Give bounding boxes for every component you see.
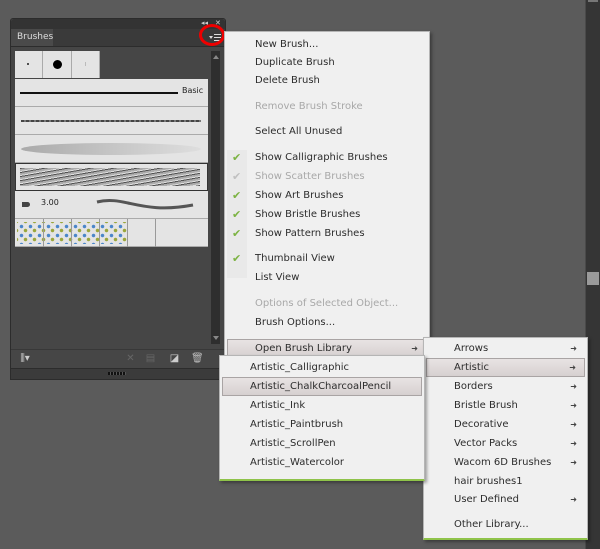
panel-scrollbar[interactable]: [211, 51, 220, 344]
bristle-brush-icon: [22, 202, 30, 207]
scrollbar-thumb[interactable]: [587, 272, 599, 285]
brush-swatch[interactable]: [43, 51, 72, 78]
menu-item-new-brush[interactable]: New Brush...: [227, 35, 427, 54]
check-icon: ✔: [232, 189, 242, 202]
menu-item-select-all-unused[interactable]: Select All Unused: [227, 122, 427, 141]
panel-resize-grip[interactable]: [11, 368, 225, 379]
submenu-arrow-icon: ➜: [570, 458, 577, 467]
brush-row-watercolor[interactable]: [15, 135, 208, 163]
library-item-artistic[interactable]: Artistic ➜: [426, 358, 585, 377]
menu-item-options-selected-object: Options of Selected Object...: [255, 298, 399, 309]
brush-row-pattern[interactable]: [15, 219, 208, 247]
artistic-item-ink[interactable]: Artistic_Ink: [222, 396, 422, 415]
scroll-down-icon[interactable]: [213, 336, 219, 340]
brush-row-chalk-selected[interactable]: [15, 163, 208, 191]
library-item-vector-packs[interactable]: Vector Packs ➜: [426, 434, 585, 453]
brush-swatch[interactable]: [72, 51, 100, 78]
library-item-wacom-6d[interactable]: Wacom 6D Brushes ➜: [426, 453, 585, 472]
menu-item-list-view[interactable]: List View: [227, 268, 427, 287]
menu-item-brush-options[interactable]: Brush Options...: [227, 313, 427, 332]
brush-row-basic[interactable]: Basic: [15, 79, 208, 107]
menu-item-show-scatter: ✔ Show Scatter Brushes: [227, 167, 427, 186]
library-item-user-defined[interactable]: User Defined ➜: [426, 490, 585, 509]
check-icon: ✔: [232, 227, 242, 240]
brush-size-label: 3.00: [41, 198, 59, 207]
submenu-arrow-icon: ➜: [570, 382, 577, 391]
library-item-borders[interactable]: Borders ➜: [426, 377, 585, 396]
check-icon: ✔: [232, 151, 242, 164]
library-item-bristle-brush[interactable]: Bristle Brush ➜: [426, 396, 585, 415]
artistic-item-paintbrush[interactable]: Artistic_Paintbrush: [222, 415, 422, 434]
brush-swatch[interactable]: [15, 51, 43, 78]
brush-name-label: Basic: [182, 86, 204, 95]
library-item-other-library[interactable]: Other Library...: [426, 515, 585, 534]
artistic-item-calligraphic[interactable]: Artistic_Calligraphic: [222, 358, 422, 377]
panel-tab-row: Brushes: [11, 29, 225, 47]
artistic-submenu: Artistic_Calligraphic Artistic_ChalkChar…: [219, 355, 425, 481]
new-brush-icon[interactable]: ◪: [169, 353, 180, 364]
tab-brushes[interactable]: Brushes: [11, 29, 53, 46]
check-icon: ✔: [232, 170, 242, 183]
menu-item-duplicate-brush[interactable]: Duplicate Brush: [227, 53, 427, 72]
menu-item-show-art[interactable]: ✔ Show Art Brushes: [227, 186, 427, 205]
scroll-up-icon[interactable]: [213, 55, 219, 59]
menu-item-show-bristle[interactable]: ✔ Show Bristle Brushes: [227, 205, 427, 224]
brushes-panel-menu: New Brush... Duplicate Brush Delete Brus…: [224, 31, 430, 363]
highlight-annotation-circle: [199, 24, 225, 46]
menu-item-thumbnail-view[interactable]: ✔ Thumbnail View: [227, 249, 427, 268]
submenu-arrow-icon: ➜: [570, 344, 577, 353]
artistic-item-watercolor[interactable]: Artistic_Watercolor: [222, 453, 422, 472]
menu-item-show-calligraphic[interactable]: ✔ Show Calligraphic Brushes: [227, 148, 427, 167]
submenu-arrow-icon: ➜: [570, 401, 577, 410]
remove-brush-stroke-icon[interactable]: ✕: [125, 353, 136, 364]
brush-library-submenu: Arrows ➜ Artistic ➜ Borders ➜ Bristle Brush…: [423, 337, 588, 540]
check-icon: ✔: [232, 252, 242, 265]
scrollbar-top: [588, 0, 598, 2]
brush-list: Basic 3.00: [15, 51, 208, 344]
menu-item-delete-brush[interactable]: Delete Brush: [227, 71, 427, 90]
brushes-panel: ◂◂ ✕ Brushes Basic 3.00 ⫼▾ ✕ ▤ ◪ 🗑: [10, 18, 226, 380]
artistic-item-chalk-charcoal-pencil[interactable]: Artistic_ChalkCharcoalPencil: [222, 377, 422, 396]
brush-row-art[interactable]: [15, 107, 208, 135]
submenu-arrow-icon: ➜: [569, 363, 576, 372]
check-icon: ✔: [232, 208, 242, 221]
options-icon[interactable]: ▤: [145, 353, 156, 364]
calligraphic-brushes-row: [15, 51, 126, 78]
delete-brush-icon[interactable]: 🗑: [191, 353, 204, 364]
menu-item-show-pattern[interactable]: ✔ Show Pattern Brushes: [227, 224, 427, 243]
panel-bottom-toolbar: ⫼▾ ✕ ▤ ◪ 🗑: [11, 349, 225, 368]
bristle-stroke-preview: [96, 199, 194, 210]
library-item-decorative[interactable]: Decorative ➜: [426, 415, 585, 434]
submenu-arrow-icon: ➜: [570, 439, 577, 448]
brush-row-bristle[interactable]: 3.00: [15, 191, 208, 219]
panel-titlebar[interactable]: ◂◂ ✕: [11, 19, 225, 29]
library-item-arrows[interactable]: Arrows ➜: [426, 339, 585, 358]
menu-item-remove-brush-stroke: Remove Brush Stroke: [255, 101, 363, 112]
submenu-arrow-icon: ➜: [570, 420, 577, 429]
brush-libraries-menu-icon[interactable]: ⫼▾: [17, 353, 33, 364]
artistic-item-scrollpen[interactable]: Artistic_ScrollPen: [222, 434, 422, 453]
submenu-arrow-icon: ➜: [570, 495, 577, 504]
library-item-hair-brushes1[interactable]: hair brushes1: [426, 472, 585, 491]
